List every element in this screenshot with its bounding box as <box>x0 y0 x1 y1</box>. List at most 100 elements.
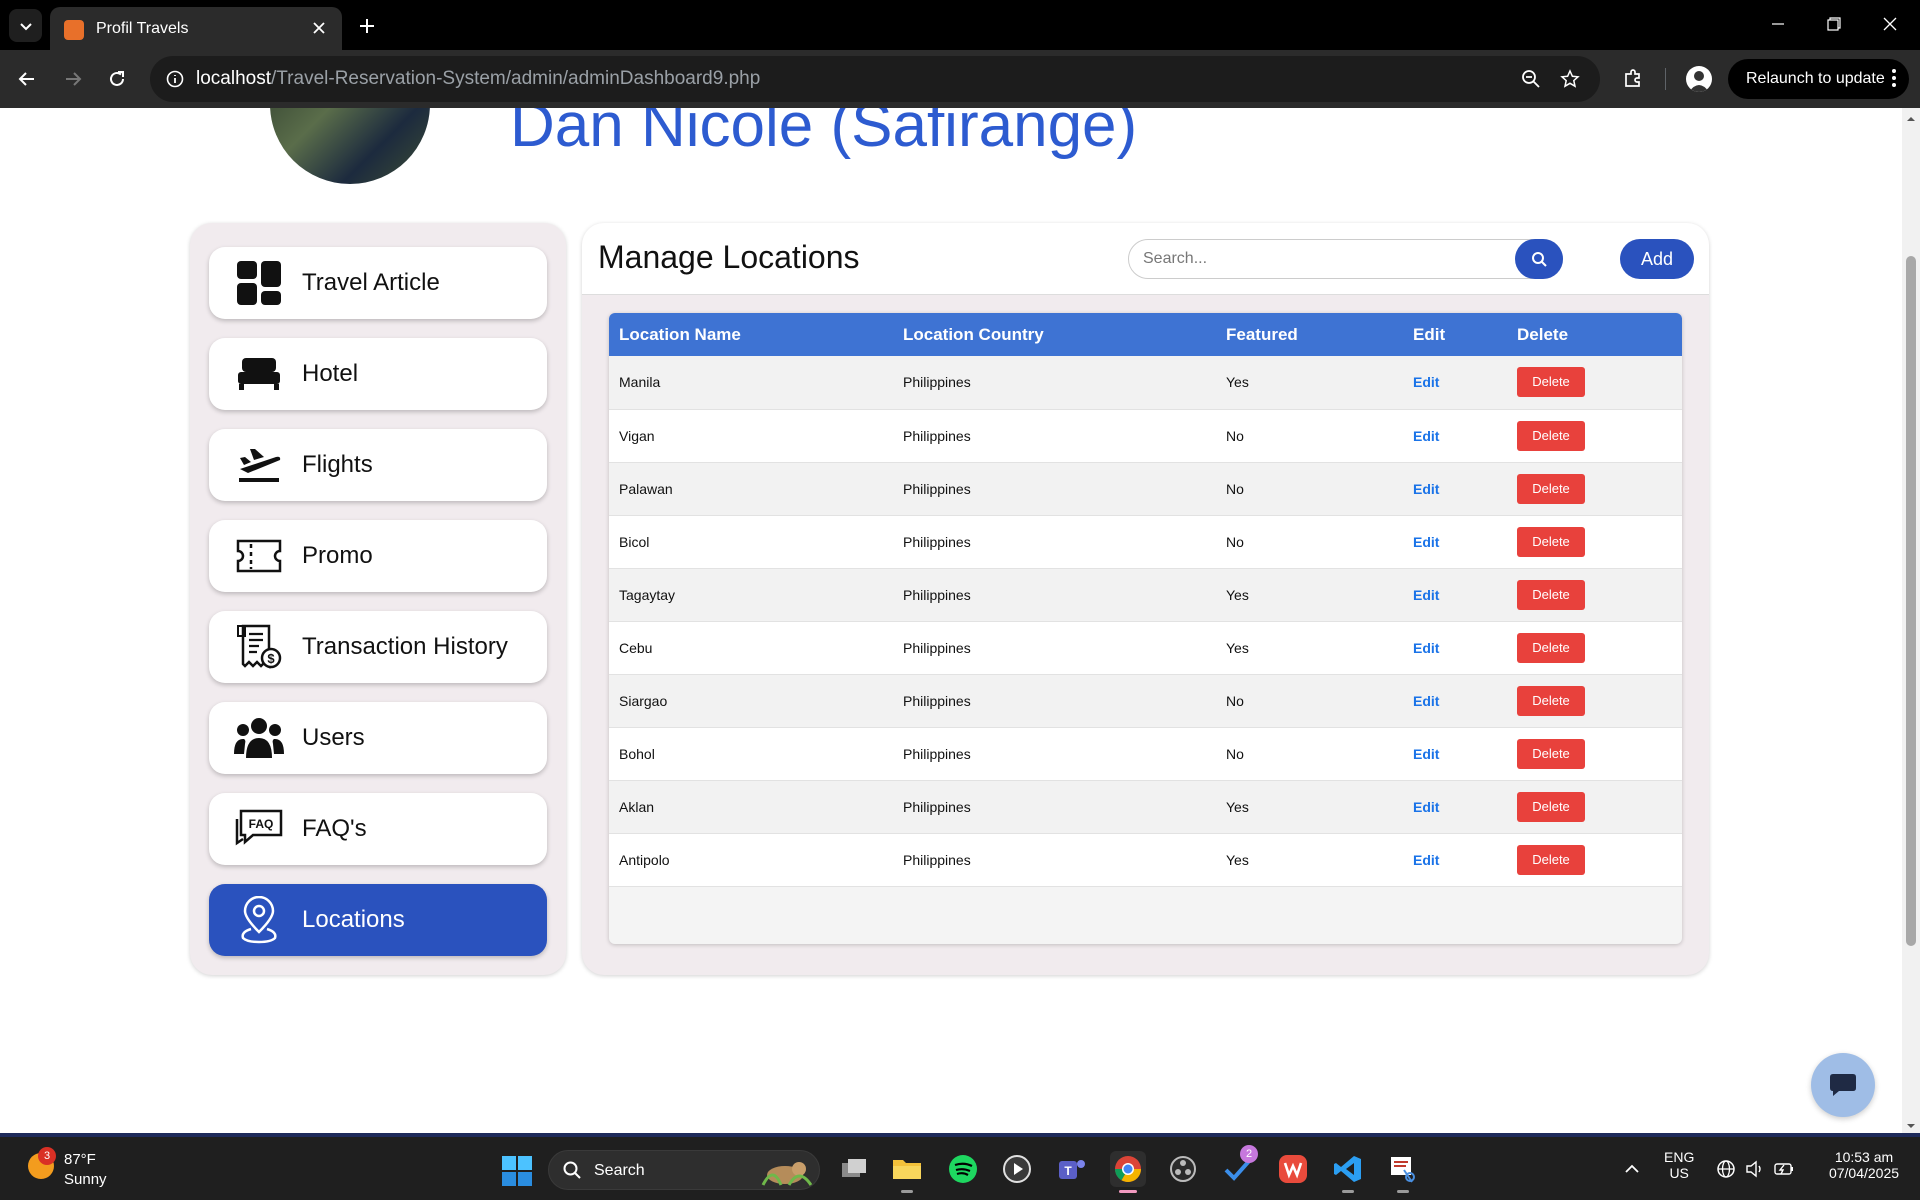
vscode-button[interactable] <box>1330 1151 1366 1193</box>
edit-cell: Edit <box>1403 568 1507 621</box>
sidebar-item-promo[interactable]: Promo <box>209 520 547 592</box>
play-circle-icon <box>1003 1155 1031 1183</box>
network-button[interactable] <box>1714 1157 1738 1181</box>
search-input[interactable] <box>1143 248 1493 270</box>
add-location-button[interactable]: Add <box>1620 239 1694 279</box>
scrollbar-thumb[interactable] <box>1906 256 1916 946</box>
clock[interactable]: 10:53 am 07/04/2025 <box>1814 1149 1914 1181</box>
forward-button[interactable] <box>55 61 91 97</box>
location-country-cell: Philippines <box>903 798 971 815</box>
delete-button[interactable]: Delete <box>1517 844 1585 875</box>
browser-tab[interactable]: Profil Travels <box>50 7 342 50</box>
obs-button[interactable] <box>1165 1151 1201 1187</box>
back-button[interactable] <box>9 61 45 97</box>
task-view-button[interactable] <box>836 1151 872 1187</box>
sidebar-item-travel-article[interactable]: Travel Article <box>209 247 547 319</box>
location-name-cell: Bohol <box>619 745 655 762</box>
spotify-button[interactable] <box>945 1151 981 1187</box>
edit-link[interactable]: Edit <box>1413 746 1439 762</box>
edit-link[interactable]: Edit <box>1413 428 1439 444</box>
close-window-button[interactable] <box>1870 5 1910 43</box>
delete-cell: Delete <box>1507 356 1682 409</box>
media-player-button[interactable] <box>999 1151 1035 1187</box>
delete-button[interactable]: Delete <box>1517 420 1585 451</box>
snipping-tool-button[interactable] <box>1385 1151 1421 1193</box>
chat-button[interactable] <box>1811 1053 1875 1117</box>
profile-avatar[interactable] <box>1686 66 1712 92</box>
delete-button[interactable]: Delete <box>1517 526 1585 557</box>
sidebar-item-users[interactable]: Users <box>209 702 547 774</box>
delete-button[interactable]: Delete <box>1517 738 1585 769</box>
restore-button[interactable] <box>1814 5 1854 43</box>
sidebar-item-transaction-history[interactable]: $ Transaction History <box>209 611 547 683</box>
delete-button[interactable]: Delete <box>1517 367 1585 398</box>
battery-button[interactable] <box>1772 1157 1796 1181</box>
table-row: Bohol Philippines No Edit Delete <box>609 727 1682 780</box>
windows-start-icon[interactable] <box>501 1155 533 1187</box>
language-code: ENG <box>1664 1149 1695 1165</box>
location-name-cell: Manila <box>619 374 661 391</box>
file-explorer-button[interactable] <box>889 1151 925 1193</box>
delete-button[interactable]: Delete <box>1517 473 1585 504</box>
sidebar-item-locations[interactable]: Locations <box>209 884 547 956</box>
tab-search-dropdown-button[interactable] <box>9 9 42 42</box>
featured-cell: Yes <box>1226 586 1249 603</box>
sidebar-item-hotel[interactable]: Hotel <box>209 338 547 410</box>
bookmark-button[interactable] <box>1555 64 1585 94</box>
delete-button[interactable]: Delete <box>1517 685 1585 716</box>
weather-description[interactable]: Sunny <box>64 1171 107 1188</box>
taskbar-search-label: Search <box>594 1162 645 1179</box>
minimize-button[interactable] <box>1758 5 1798 43</box>
extensions-button[interactable] <box>1615 61 1651 97</box>
relaunch-to-update-button[interactable]: Relaunch to update <box>1728 59 1909 99</box>
edit-link[interactable]: Edit <box>1413 481 1439 497</box>
show-hidden-icons-button[interactable] <box>1620 1157 1644 1181</box>
search-highlight-icon <box>761 1162 813 1186</box>
sidebar-item-flights[interactable]: Flights <box>209 429 547 501</box>
teams-button[interactable]: T <box>1054 1151 1090 1187</box>
table-row: Vigan Philippines No Edit Delete <box>609 409 1682 462</box>
scroll-up-icon[interactable] <box>1906 114 1916 124</box>
taskbar-search-box[interactable]: Search <box>548 1150 820 1190</box>
search-icon <box>563 1161 581 1179</box>
delete-button[interactable]: Delete <box>1517 579 1585 610</box>
new-tab-button[interactable] <box>350 9 383 42</box>
language-indicator[interactable]: ENG US <box>1664 1149 1694 1181</box>
locations-table-container: Location Name Location Country Featured … <box>609 313 1682 944</box>
edit-link[interactable]: Edit <box>1413 693 1439 709</box>
weather-temperature[interactable]: 87°F <box>64 1151 96 1168</box>
delete-button[interactable]: Delete <box>1517 791 1585 822</box>
volume-button[interactable] <box>1743 1157 1767 1181</box>
task-view-icon <box>842 1159 866 1177</box>
location-pin-icon <box>234 895 284 945</box>
chrome-button[interactable] <box>1110 1151 1146 1193</box>
edit-link[interactable]: Edit <box>1413 587 1439 603</box>
edit-link[interactable]: Edit <box>1413 799 1439 815</box>
featured-cell: Yes <box>1226 639 1249 656</box>
search-button[interactable] <box>1515 239 1563 279</box>
search-icon <box>1532 252 1547 267</box>
edit-link[interactable]: Edit <box>1413 374 1439 390</box>
tab-close-button[interactable] <box>306 15 332 41</box>
reload-button[interactable] <box>99 61 135 97</box>
delete-cell: Delete <box>1507 568 1682 621</box>
todo-button[interactable]: 2 <box>1220 1145 1258 1187</box>
delete-button[interactable]: Delete <box>1517 632 1585 663</box>
sidebar-item-label: Transaction History <box>302 633 508 660</box>
browser-toolbar: localhost/Travel-Reservation-System/admi… <box>0 50 1920 108</box>
faq-icon: FAQ <box>234 804 284 854</box>
edit-link[interactable]: Edit <box>1413 640 1439 656</box>
zoom-button[interactable] <box>1516 64 1546 94</box>
address-bar[interactable]: localhost/Travel-Reservation-System/admi… <box>150 56 1600 102</box>
delete-cell: Delete <box>1507 409 1682 462</box>
scroll-down-icon[interactable] <box>1906 1121 1916 1131</box>
edit-link[interactable]: Edit <box>1413 534 1439 550</box>
location-name-cell: Antipolo <box>619 851 670 868</box>
site-info-button[interactable] <box>160 64 190 94</box>
sidebar-item-faqs[interactable]: FAQ FAQ's <box>209 793 547 865</box>
page-scrollbar[interactable] <box>1902 108 1920 1137</box>
more-vertical-icon <box>1892 69 1896 87</box>
table-row: Manila Philippines Yes Edit Delete <box>609 356 1682 409</box>
edit-link[interactable]: Edit <box>1413 852 1439 868</box>
wps-office-button[interactable] <box>1275 1151 1311 1187</box>
